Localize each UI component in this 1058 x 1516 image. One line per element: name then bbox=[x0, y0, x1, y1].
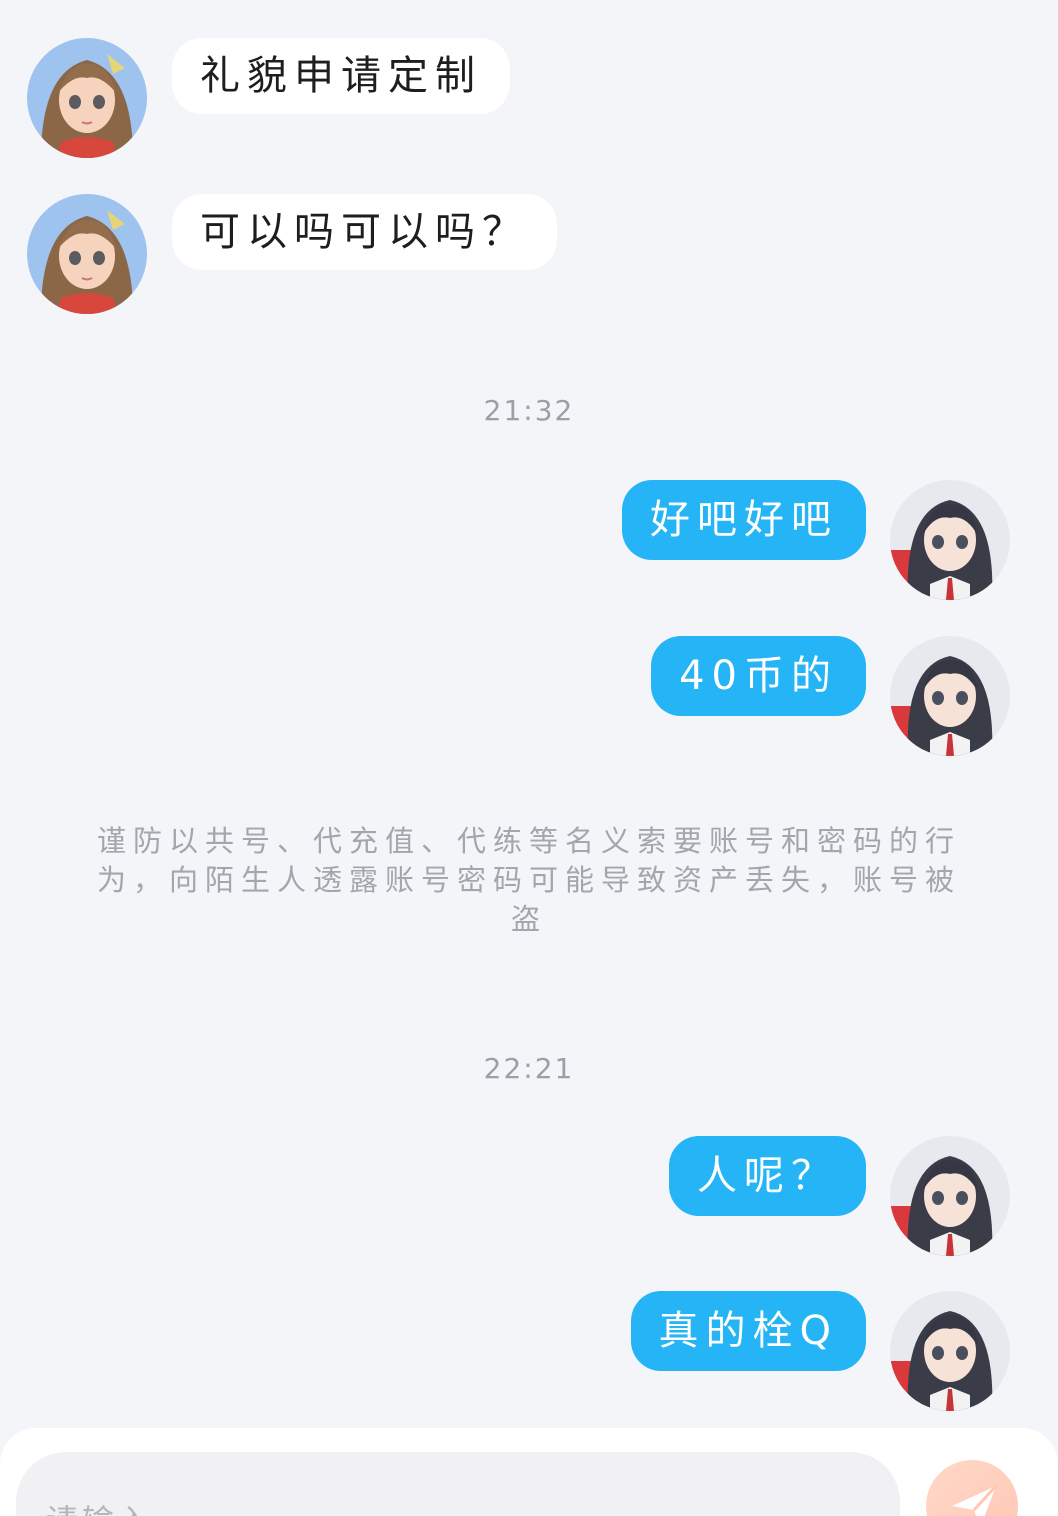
outgoing-message-bubble[interactable]: 真的栓Q bbox=[630, 1291, 866, 1371]
message-row-outgoing: 真的栓Q bbox=[0, 1291, 1058, 1411]
message-row-incoming: 礼貌申请定制 bbox=[0, 38, 1058, 158]
message-row-incoming: 可以吗可以吗？ bbox=[0, 194, 1058, 314]
outgoing-message-bubble[interactable]: 40币的 bbox=[651, 636, 866, 716]
contact-avatar[interactable] bbox=[27, 194, 147, 314]
user-avatar[interactable] bbox=[890, 1291, 1010, 1411]
user-avatar[interactable] bbox=[890, 636, 1010, 756]
message-timestamp: 22:21 bbox=[483, 1052, 575, 1085]
user-avatar[interactable] bbox=[890, 1136, 1010, 1256]
outgoing-message-bubble[interactable]: 好吧好吧 bbox=[622, 480, 866, 560]
incoming-message-bubble[interactable]: 礼貌申请定制 bbox=[172, 38, 510, 114]
outgoing-message-bubble[interactable]: 人呢？ bbox=[669, 1136, 866, 1216]
security-notice: 谨防以共号、代充值、代练等名义索要账号和密码的行为，向陌生人透露账号密码可能导致… bbox=[96, 824, 961, 936]
chat-window: 礼貌申请定制 可以吗可以吗？ 21:32 好吧好吧 40币的 谨防以共号、代充值… bbox=[0, 0, 1058, 1516]
user-avatar[interactable] bbox=[890, 480, 1010, 600]
message-input-bar bbox=[0, 1428, 1058, 1516]
message-row-outgoing: 40币的 bbox=[0, 636, 1058, 756]
contact-avatar[interactable] bbox=[27, 38, 147, 158]
message-row-outgoing: 人呢？ bbox=[0, 1136, 1058, 1256]
incoming-message-bubble[interactable]: 可以吗可以吗？ bbox=[172, 194, 557, 270]
send-icon bbox=[952, 1484, 998, 1516]
message-row-outgoing: 好吧好吧 bbox=[0, 480, 1058, 600]
message-timestamp: 21:32 bbox=[483, 394, 575, 427]
message-input[interactable] bbox=[16, 1452, 900, 1516]
send-button[interactable] bbox=[926, 1460, 1018, 1516]
